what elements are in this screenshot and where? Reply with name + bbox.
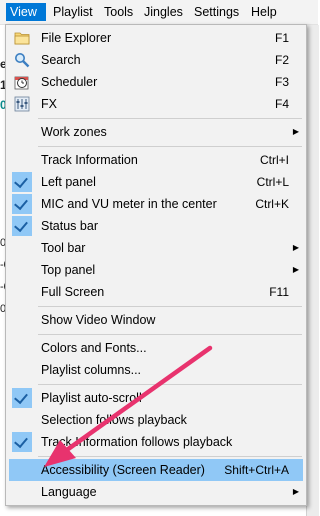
annotation-arrow-icon <box>44 345 213 467</box>
